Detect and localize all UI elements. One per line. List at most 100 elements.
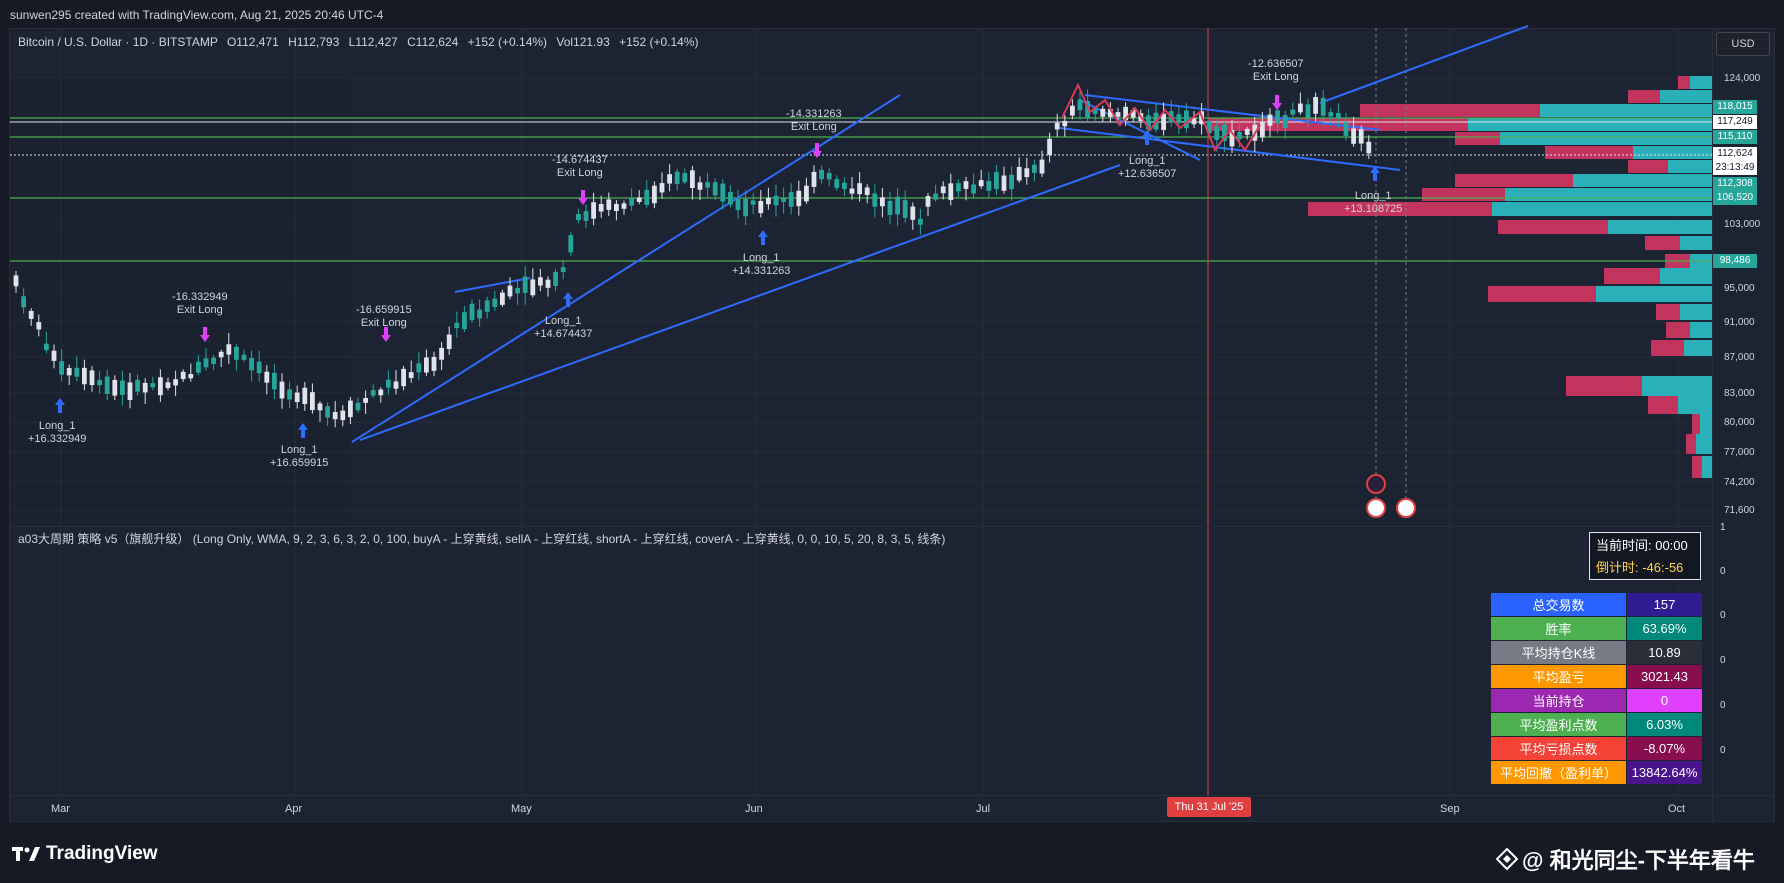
candle-body	[918, 218, 923, 225]
candle-body	[971, 184, 976, 194]
candle-body	[1358, 129, 1364, 144]
candle-body	[28, 310, 34, 319]
stats-key: 平均盈利点数	[1490, 712, 1627, 737]
candle-body	[743, 198, 748, 217]
candle-body	[82, 367, 87, 385]
stats-key: 平均亏损点数	[1490, 736, 1627, 761]
candle-body	[598, 203, 604, 212]
binance-icon	[1496, 848, 1518, 870]
candle-body	[811, 171, 817, 187]
symbol-name: Bitcoin / U.S. Dollar · 1D · BITSTAMP	[18, 35, 218, 49]
candle-body	[842, 182, 847, 190]
candle-body	[378, 389, 384, 396]
candle-body	[659, 183, 665, 193]
x-axis-label: Mar	[51, 803, 70, 815]
candle-body	[781, 197, 786, 202]
candle-body	[1047, 138, 1052, 155]
candle-body	[804, 185, 809, 202]
candle-body	[264, 371, 270, 383]
author-watermark: @ 和光同尘-下半年看牛	[1496, 843, 1755, 875]
candle-body	[1260, 121, 1265, 138]
candle-body	[234, 346, 239, 360]
candle-body	[978, 180, 984, 187]
candle-body	[340, 410, 346, 421]
candle-body	[226, 344, 232, 355]
candle-body	[674, 171, 680, 184]
tradingview-logo[interactable]: TradingView	[12, 843, 158, 865]
indicator-legend[interactable]: a03大周期 策略 v5（旗舰升级） (Long Only, WMA, 9, 2…	[18, 530, 945, 547]
candle-body	[652, 185, 657, 204]
candle-body	[348, 400, 353, 418]
candle-body	[773, 195, 779, 206]
candle-body	[940, 186, 946, 194]
candle-body	[728, 191, 733, 205]
candle-body	[173, 379, 178, 386]
candle-body	[416, 363, 422, 373]
indicator-axis-label: 0	[1720, 566, 1726, 577]
candle-body	[1336, 113, 1341, 119]
candle-body	[682, 172, 688, 183]
stats-key: 总交易数	[1490, 592, 1627, 617]
candle-body	[203, 358, 209, 368]
trade-label: Long_1 +13.108725	[1344, 190, 1403, 215]
indicator-axis-label: 0	[1720, 745, 1726, 756]
candle-body	[1161, 113, 1166, 130]
stats-value: 13842.64%	[1626, 760, 1703, 785]
candle-body	[758, 200, 764, 214]
watermark-text: @ 和光同尘-下半年看牛	[1522, 848, 1755, 873]
candle-body	[302, 387, 308, 405]
indicator-axis-label: 0	[1720, 700, 1726, 711]
stats-value: 3021.43	[1626, 664, 1703, 689]
candle-body	[1320, 97, 1326, 116]
lightning-event-icon[interactable]	[1366, 474, 1386, 494]
candle-body	[872, 193, 878, 207]
candle-body	[317, 403, 323, 411]
candle-body	[933, 193, 938, 200]
trend-lines	[351, 25, 1529, 443]
candle-body	[1282, 115, 1288, 129]
indicator-axis-label: 0	[1720, 610, 1726, 621]
candle-body	[44, 343, 49, 351]
currency-button[interactable]: USD	[1716, 32, 1770, 56]
candle-body	[576, 214, 581, 221]
candle-body	[880, 197, 885, 207]
price-tag: 117,249	[1713, 115, 1757, 129]
symbol-legend[interactable]: Bitcoin / U.S. Dollar · 1D · BITSTAMP O1…	[18, 35, 699, 49]
stats-row: 总交易数 157	[1490, 592, 1703, 617]
candle-body	[553, 272, 558, 287]
candle-body	[150, 383, 156, 388]
candle-body	[135, 379, 140, 392]
stats-value: 0	[1626, 688, 1703, 713]
candle-body	[1343, 122, 1349, 136]
candle-body	[1298, 103, 1303, 113]
candle-body	[568, 235, 574, 253]
candle-body	[705, 182, 710, 188]
candle-body	[1290, 109, 1296, 115]
candle-body	[697, 182, 703, 190]
candle-body	[1100, 108, 1106, 117]
candle-body	[560, 267, 566, 272]
candle-body	[606, 199, 612, 210]
candle-body	[1016, 166, 1022, 181]
time-axis-separator	[9, 795, 1775, 796]
trade-label: Long_1 +14.674437	[534, 315, 593, 340]
pane-divider[interactable]	[9, 526, 1712, 527]
candle-body	[956, 183, 961, 192]
price-tag: 112,308	[1713, 177, 1757, 191]
stats-row: 平均持仓K线 10.89	[1490, 640, 1703, 665]
trade-label: Long_1 +12.636507	[1118, 155, 1177, 180]
stats-value: 6.03%	[1626, 712, 1703, 737]
stats-row: 平均盈亏 3021.43	[1490, 664, 1703, 689]
candle-body	[500, 292, 505, 305]
us-flag-event-icon[interactable]	[1396, 498, 1416, 518]
us-flag-event-icon[interactable]	[1366, 498, 1386, 518]
stats-row: 平均回撤（盈利单） 13842.64%	[1490, 760, 1703, 785]
candle-body	[910, 206, 916, 220]
candle-body	[431, 356, 437, 371]
candle-body	[1366, 141, 1372, 154]
candle-body	[849, 188, 855, 194]
candle-body	[819, 169, 824, 180]
stats-value: -8.07%	[1626, 736, 1703, 761]
volume-change: +152 (+0.14%)	[619, 35, 699, 49]
candle-body	[750, 200, 756, 205]
